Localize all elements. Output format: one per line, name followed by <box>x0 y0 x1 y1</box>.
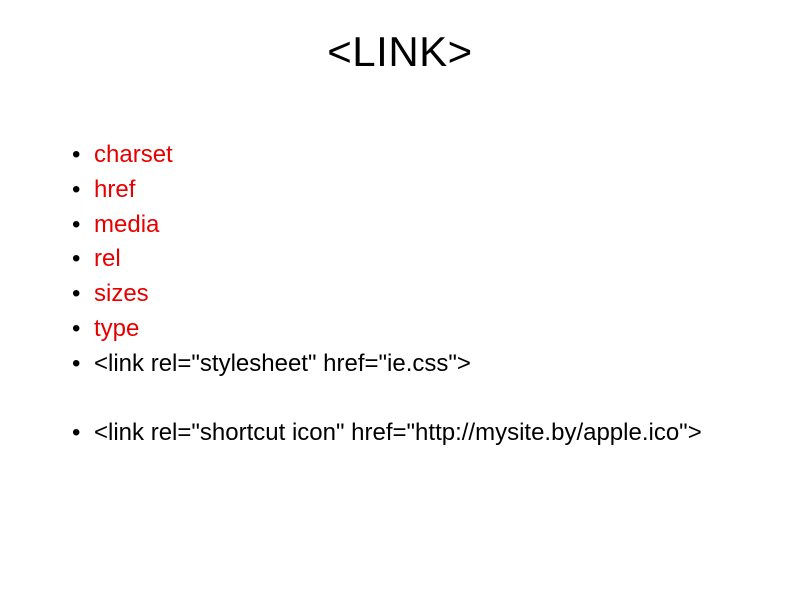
list-item: <link rel="shortcut icon" href="http://m… <box>72 416 738 451</box>
list-item: charset <box>72 138 738 173</box>
list-item: <link rel="stylesheet" href="ie.css"> <box>72 347 738 382</box>
list-item: rel <box>72 242 738 277</box>
bullet-list: charset href media rel sizes type <link … <box>62 138 738 450</box>
list-item: href <box>72 173 738 208</box>
slide-title: <LINK> <box>62 28 738 76</box>
list-item: media <box>72 208 738 243</box>
list-item: sizes <box>72 277 738 312</box>
spacer <box>72 382 738 416</box>
slide: <LINK> charset href media rel sizes type… <box>0 0 800 600</box>
list-item: type <box>72 312 738 347</box>
